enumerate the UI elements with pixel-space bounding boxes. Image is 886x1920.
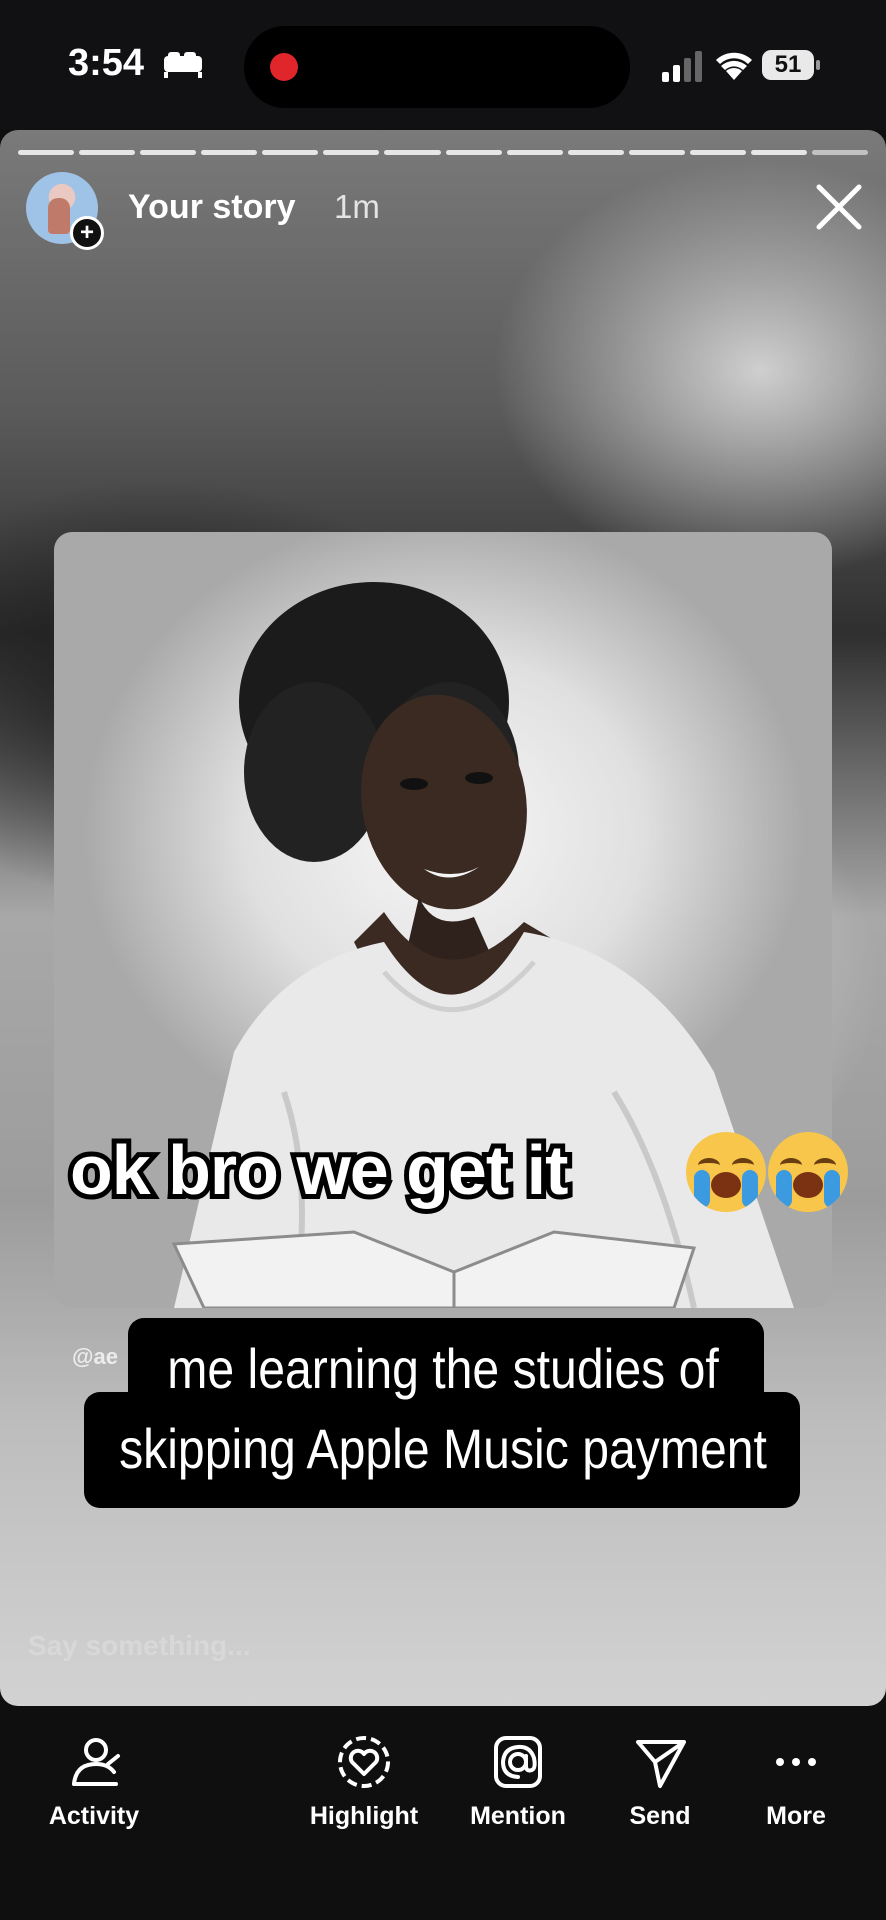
close-icon[interactable] [814,182,864,232]
progress-segment [506,150,563,155]
status-bar: 3:54 51 [0,0,886,130]
progress-segment [262,150,319,155]
activity-icon [72,1738,120,1786]
loudly-crying-face-icon [768,1132,848,1212]
progress-segment [18,150,75,155]
progress-segment [628,150,685,155]
highlight-button[interactable]: Highlight [284,1706,444,1856]
mention-icon [494,1736,542,1788]
recording-indicator [270,53,298,81]
dynamic-island [244,26,630,108]
progress-segment [323,150,380,155]
progress-segment [812,150,869,155]
more-icon [776,1758,816,1766]
mention-button[interactable]: Mention [438,1706,598,1856]
progress-segment [567,150,624,155]
story-timestamp: 1m [334,188,380,225]
progress-segment [79,150,136,155]
mention-label: Mention [470,1802,566,1830]
status-time: 3:54 [68,42,145,84]
reply-input[interactable]: Say something... [28,1630,251,1662]
subtitle-line-1: me learning the studies of [167,1337,719,1400]
battery-level: 51 [762,50,814,80]
progress-segment [384,150,441,155]
story-username[interactable]: Your story [128,188,296,227]
story-caption-text: ok bro we get it [65,1126,573,1214]
progress-segment [445,150,502,155]
progress-segment [201,150,258,155]
battery-indicator: 51 [762,50,820,80]
more-label: More [766,1802,826,1830]
progress-segment [689,150,746,155]
activity-label: Activity [48,1802,140,1830]
subtitle-line-2: skipping Apple Music payment [119,1417,767,1480]
add-to-story-icon[interactable]: + [70,216,104,250]
activity-button[interactable]: Activity [14,1706,174,1856]
highlight-label: Highlight [309,1802,419,1830]
cellular-signal-icon [662,51,702,82]
story-viewer[interactable]: + Your story 1m ok bro we get it @ae me … [0,130,886,1706]
story-progress-bar [18,150,869,155]
story-action-bar: Activity Highlight Mention Send More [0,1706,886,1920]
loudly-crying-face-icon [686,1132,766,1212]
send-icon [636,1740,686,1788]
progress-segment [140,150,197,155]
highlight-icon [338,1736,390,1788]
wifi-icon [716,52,752,80]
more-button[interactable]: More [716,1706,876,1856]
sleep-focus-icon [164,52,202,78]
progress-segment [750,150,808,155]
